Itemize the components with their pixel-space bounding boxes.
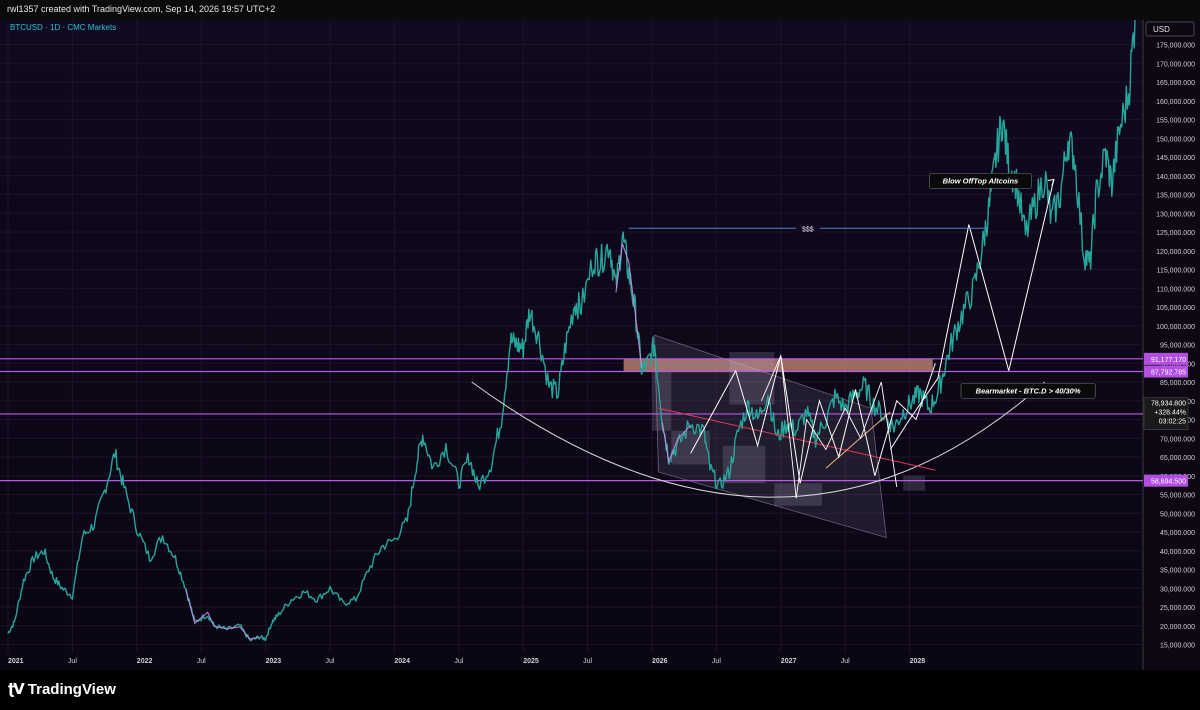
price-chart[interactable]: $$$ Blow OffTop Altcoins Bearmarket - BTC.… [0, 20, 1200, 670]
y-tick-label: 150,000.000 [1156, 136, 1195, 143]
x-tick-label: Jul [68, 658, 77, 665]
x-tick-label: Jul [454, 658, 463, 665]
y-tick-label: 110,000.000 [1157, 286, 1196, 293]
tradingview-logo-icon: ʈV [8, 680, 25, 698]
y-tick-label: 175,000.000 [1156, 43, 1195, 50]
y-tick-label: 100,000.000 [1156, 324, 1195, 331]
x-tick-label: 2028 [910, 658, 926, 665]
y-tick-label: 30,000.000 [1160, 586, 1195, 593]
target-label: $$$ [802, 226, 814, 233]
y-tick-label: 170,000.000 [1156, 61, 1195, 68]
y-tick-label: 115,000.000 [1157, 268, 1196, 275]
x-tick-label: Jul [583, 658, 592, 665]
current-price-change: +328.44% [1154, 410, 1186, 417]
x-tick-label: Jul [197, 658, 206, 665]
y-tick-label: 140,000.000 [1156, 174, 1195, 181]
x-tick-label: 2024 [394, 658, 410, 665]
attribution-text: rwl1357 created with TradingView.com, Se… [7, 4, 276, 14]
countdown-label: 03:02:25 [1159, 419, 1186, 426]
y-tick-label: 20,000.000 [1160, 624, 1195, 631]
y-tick-label: 15,000.000 [1160, 643, 1195, 650]
y-tick-label: 35,000.000 [1160, 568, 1195, 575]
x-tick-label: 2026 [652, 658, 668, 665]
y-tick-label: 145,000.000 [1156, 155, 1195, 162]
x-tick-label: Jul [326, 658, 335, 665]
x-tick-label: 2025 [523, 658, 539, 665]
price-line-label: 58,694.500 [1151, 479, 1186, 486]
tradingview-logo[interactable]: ʈV TradingView [8, 680, 116, 698]
x-tick-label: 2022 [137, 658, 153, 665]
y-tick-label: 130,000.000 [1156, 211, 1195, 218]
y-tick-label: 70,000.000 [1160, 436, 1195, 443]
y-tick-label: 45,000.000 [1160, 530, 1195, 537]
y-tick-label: 50,000.000 [1160, 511, 1195, 518]
y-tick-label: 155,000.000 [1156, 118, 1195, 125]
current-price-label: 78,934.800 [1151, 401, 1186, 408]
y-tick-label: 40,000.000 [1160, 549, 1195, 556]
annotation-text: Bearmarket - BTC.D > 40/30% [976, 386, 1081, 395]
x-tick-label: 2023 [266, 658, 282, 665]
y-tick-label: 105,000.000 [1156, 305, 1195, 312]
symbol-label: BTCUSD · 1D · CMC Markets [10, 23, 116, 32]
x-tick-label: Jul [841, 658, 850, 665]
x-tick-label: 2021 [8, 658, 24, 665]
y-tick-label: 95,000.000 [1160, 343, 1195, 350]
brand-name: TradingView [27, 680, 116, 698]
highlight-box [903, 475, 926, 491]
price-line-label: 87,792.785 [1151, 370, 1186, 377]
y-tick-label: 165,000.000 [1156, 80, 1195, 87]
y-tick-label: 135,000.000 [1156, 193, 1195, 200]
y-tick-label: 85,000.000 [1160, 380, 1195, 387]
annotation-text: Blow OffTop Altcoins [943, 176, 1019, 185]
y-tick-label: 120,000.000 [1156, 249, 1195, 256]
x-tick-label: 2027 [781, 658, 797, 665]
footer: ʈV TradingView [0, 672, 1200, 710]
price-line-label: 91,177.170 [1151, 357, 1186, 364]
y-tick-label: 25,000.000 [1160, 605, 1195, 612]
y-tick-label: 65,000.000 [1160, 455, 1195, 462]
x-tick-label: Jul [712, 658, 721, 665]
currency-button[interactable]: USD [1145, 21, 1195, 37]
top-bar: rwl1357 created with TradingView.com, Se… [0, 0, 1200, 20]
y-tick-label: 55,000.000 [1160, 493, 1195, 500]
currency-label: USD [1153, 25, 1170, 34]
y-tick-label: 125,000.000 [1156, 230, 1195, 237]
y-tick-label: 160,000.000 [1156, 99, 1195, 106]
